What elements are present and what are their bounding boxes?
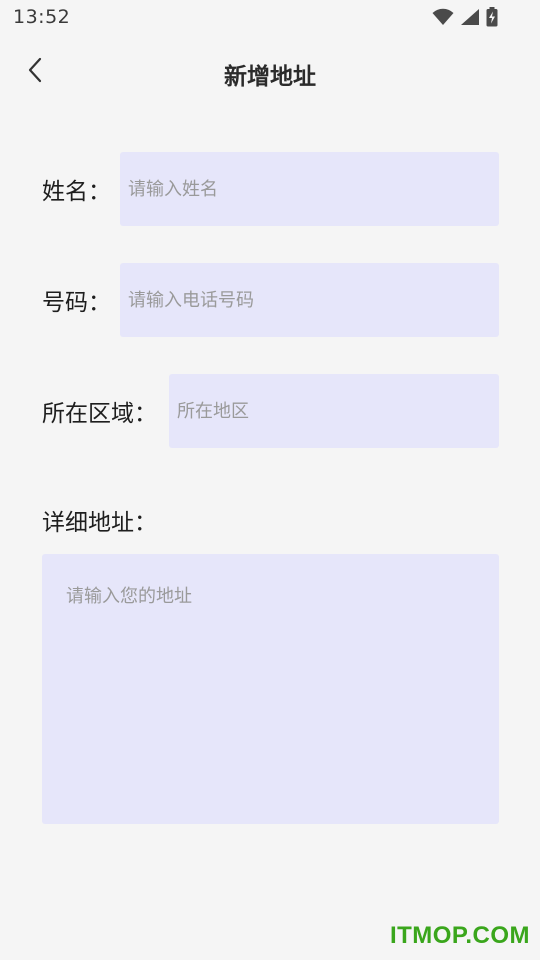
header: 新增地址 [0,44,540,104]
region-row: 所在区域： [42,374,499,448]
phone-row: 号码： [42,263,499,337]
phone-input[interactable] [120,263,499,337]
add-address-screen: 13:52 新增地址 姓名： 请输入姓名 号码： 请输入电话号码 所在区域： 所… [0,0,540,960]
page-title: 新增地址 [224,64,316,90]
status-icons [432,7,498,27]
region-input[interactable] [169,374,499,448]
name-row: 姓名： [42,152,499,226]
wifi-icon [432,8,454,26]
battery-charging-icon [486,7,498,27]
name-input[interactable] [120,152,499,226]
status-bar: 13:52 [0,0,540,36]
name-label: 姓名： [42,179,111,205]
detail-address-textarea[interactable] [42,554,499,824]
phone-label: 号码： [42,290,111,316]
region-label: 所在区域： [42,401,157,427]
status-time: 13:52 [13,6,71,28]
watermark-logo: ITMOP.COM [389,922,530,949]
cellular-signal-icon [460,8,480,26]
detail-address-label: 详细地址： [42,510,157,536]
